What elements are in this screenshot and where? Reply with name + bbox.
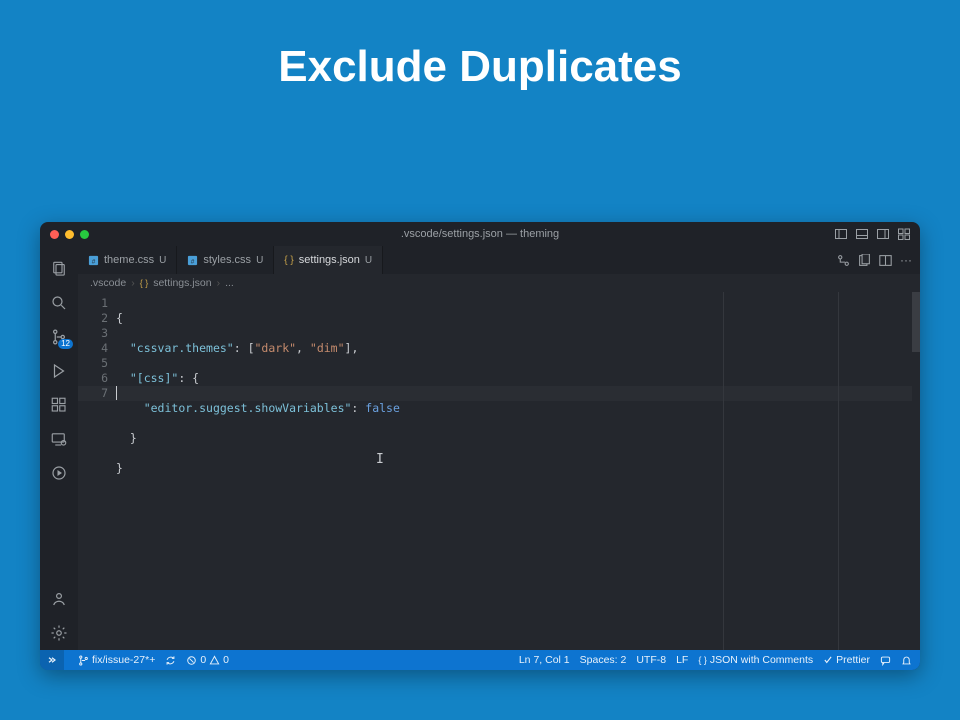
tab-modified-flag: U (256, 255, 263, 266)
notifications-icon[interactable] (901, 655, 912, 666)
layout-bottom-icon[interactable] (855, 228, 868, 241)
titlebar: .vscode/settings.json — theming (40, 222, 920, 246)
breadcrumb-more: ... (225, 277, 234, 289)
problems-indicator[interactable]: 0 0 (186, 654, 229, 666)
text-cursor (116, 386, 117, 400)
sync-icon[interactable] (165, 655, 176, 666)
feedback-icon[interactable] (880, 655, 891, 666)
mouse-cursor-icon: I (376, 452, 384, 467)
remote-indicator[interactable] (40, 650, 64, 670)
tab-label: styles.css (203, 254, 251, 266)
tab-label: settings.json (299, 254, 360, 266)
extensions-icon[interactable] (40, 388, 78, 422)
compare-changes-icon[interactable] (837, 254, 850, 267)
remote-explorer-icon[interactable] (40, 422, 78, 456)
code-content: { "cssvar.themes": ["dark", "dim"], "[cs… (116, 292, 920, 650)
minimap[interactable] (912, 292, 920, 650)
json-file-icon: { } (140, 278, 149, 288)
tab-settings-json[interactable]: { } settings.json U (274, 246, 383, 274)
status-bar: fix/issue-27*+ 0 0 Ln 7, Col 1 Spaces: 2… (40, 650, 920, 670)
minimap-thumb[interactable] (912, 292, 920, 352)
json-file-icon: { } (284, 255, 293, 266)
tab-modified-flag: U (159, 255, 166, 266)
breadcrumb-file: settings.json (153, 277, 211, 289)
css-file-icon: # (88, 255, 99, 266)
svg-text:#: # (191, 258, 195, 265)
window-controls (50, 230, 89, 239)
activity-bar: 12 (40, 246, 78, 650)
more-actions-icon[interactable]: ··· (900, 253, 912, 267)
tab-modified-flag: U (365, 255, 372, 266)
accounts-icon[interactable] (40, 582, 78, 616)
breadcrumb-folder: .vscode (90, 277, 126, 289)
maximize-icon[interactable] (80, 230, 89, 239)
scm-badge: 12 (58, 339, 73, 349)
tab-styles-css[interactable]: # styles.css U (177, 246, 274, 274)
live-share-icon[interactable] (40, 456, 78, 490)
vscode-window: .vscode/settings.json — theming (40, 222, 920, 670)
git-branch[interactable]: fix/issue-27*+ (78, 654, 155, 666)
tab-theme-css[interactable]: # theme.css U (78, 246, 177, 274)
source-control-icon[interactable]: 12 (40, 320, 78, 354)
formatter[interactable]: Prettier (823, 654, 870, 666)
window-title: .vscode/settings.json — theming (40, 228, 920, 240)
eol[interactable]: LF (676, 654, 688, 666)
line-gutter: 1 2 3 4 5 6 7 (78, 292, 116, 650)
code-editor[interactable]: 1 2 3 4 5 6 7 { "cssvar.themes": ["dark"… (78, 292, 920, 650)
search-icon[interactable] (40, 286, 78, 320)
run-file-icon[interactable] (858, 254, 871, 267)
breadcrumb[interactable]: .vscode › { } settings.json › ... (78, 274, 920, 292)
svg-text:#: # (92, 258, 96, 265)
language-mode[interactable]: { } JSON with Comments (698, 654, 813, 666)
settings-gear-icon[interactable] (40, 616, 78, 650)
run-debug-icon[interactable] (40, 354, 78, 388)
split-editor-icon[interactable] (879, 254, 892, 267)
editor-area: # theme.css U # styles.css U { } setting… (78, 246, 920, 650)
slide-title: Exclude Duplicates (0, 0, 960, 92)
layout-left-icon[interactable] (834, 228, 847, 241)
close-icon[interactable] (50, 230, 59, 239)
encoding[interactable]: UTF-8 (636, 654, 666, 666)
cursor-position[interactable]: Ln 7, Col 1 (519, 654, 570, 666)
layout-right-icon[interactable] (876, 228, 889, 241)
customize-layout-icon[interactable] (897, 228, 910, 241)
explorer-icon[interactable] (40, 252, 78, 286)
minimize-icon[interactable] (65, 230, 74, 239)
css-file-icon: # (187, 255, 198, 266)
tab-bar: # theme.css U # styles.css U { } setting… (78, 246, 920, 274)
indentation[interactable]: Spaces: 2 (580, 654, 627, 666)
tab-label: theme.css (104, 254, 154, 266)
